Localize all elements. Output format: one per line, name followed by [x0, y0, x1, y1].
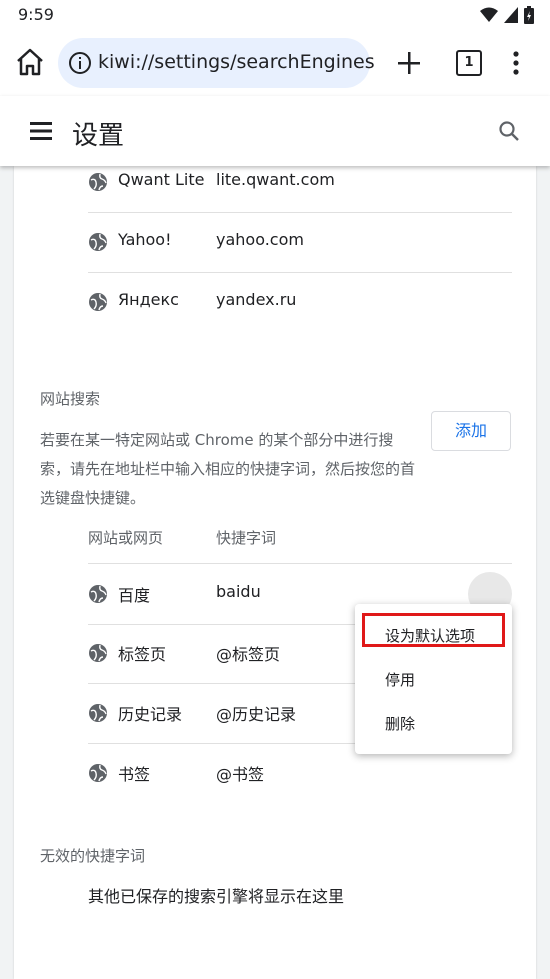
engine-keyword: @书签 — [216, 765, 265, 784]
engine-keyword: @标签页 — [216, 645, 281, 664]
site-search-description: 若要在某一特定网站或 Chrome 的某个部分中进行搜索，请先在地址栏中输入相应… — [40, 431, 416, 507]
globe-icon — [89, 293, 107, 311]
engine-name: 书签 — [118, 765, 151, 784]
engine-name: Qwant Lite — [118, 170, 205, 189]
globe-icon — [89, 173, 107, 191]
engine-name: 历史记录 — [118, 705, 183, 724]
settings-appbar: 设置 — [0, 96, 550, 166]
status-time: 9:59 — [18, 5, 54, 24]
engine-name: 标签页 — [118, 645, 167, 664]
tab-switcher-button[interactable]: 1 — [456, 50, 482, 76]
inactive-heading: 无效的快捷字词 — [40, 847, 146, 865]
new-tab-icon[interactable] — [396, 50, 422, 76]
column-header-keyword: 快捷字词 — [216, 529, 277, 547]
globe-icon — [89, 704, 107, 722]
row-context-menu: 设为默认选项 停用 删除 — [355, 604, 512, 754]
engine-keyword: yahoo.com — [216, 230, 304, 249]
engine-keyword: yandex.ru — [216, 290, 297, 309]
engine-name: 百度 — [118, 586, 151, 605]
globe-icon — [89, 585, 107, 603]
settings-content: Qwant Lite lite.qwant.com Yahoo! yahoo.c… — [14, 166, 536, 979]
signal-icon — [504, 7, 518, 23]
menu-item-set-default[interactable]: 设为默认选项 — [385, 625, 475, 646]
column-header-site: 网站或网页 — [88, 529, 164, 547]
engine-keyword: lite.qwant.com — [216, 170, 335, 189]
info-icon[interactable] — [68, 51, 92, 75]
browser-toolbar: kiwi://settings/searchEngines 1 — [0, 30, 550, 96]
globe-icon — [89, 644, 107, 662]
url-text[interactable]: kiwi://settings/searchEngines — [98, 51, 375, 73]
globe-icon — [89, 233, 107, 251]
engine-name: Яндекс — [118, 290, 179, 309]
menu-item-delete[interactable]: 删除 — [385, 713, 415, 734]
menu-item-deactivate[interactable]: 停用 — [385, 669, 415, 690]
globe-icon — [89, 764, 107, 782]
engine-keyword: @历史记录 — [216, 705, 297, 724]
wifi-icon — [480, 7, 498, 22]
search-icon[interactable] — [498, 120, 520, 142]
site-search-heading: 网站搜索 — [40, 390, 101, 408]
status-icons — [480, 6, 534, 24]
menu-icon[interactable] — [30, 122, 52, 140]
status-bar: 9:59 — [0, 0, 550, 30]
home-icon[interactable] — [14, 46, 46, 78]
engine-name: Yahoo! — [118, 230, 172, 249]
engine-row[interactable]: Яндекс yandex.ru — [88, 272, 512, 332]
inactive-empty-text: 其他已保存的搜索引擎将显示在这里 — [88, 887, 345, 906]
add-button[interactable]: 添加 — [431, 411, 511, 451]
more-vert-icon[interactable] — [508, 50, 524, 76]
page-title: 设置 — [72, 121, 125, 151]
engine-keyword: baidu — [216, 582, 261, 601]
engine-row[interactable]: Yahoo! yahoo.com — [88, 212, 512, 273]
battery-icon — [524, 6, 534, 24]
omnibox[interactable]: kiwi://settings/searchEngines — [58, 38, 375, 88]
